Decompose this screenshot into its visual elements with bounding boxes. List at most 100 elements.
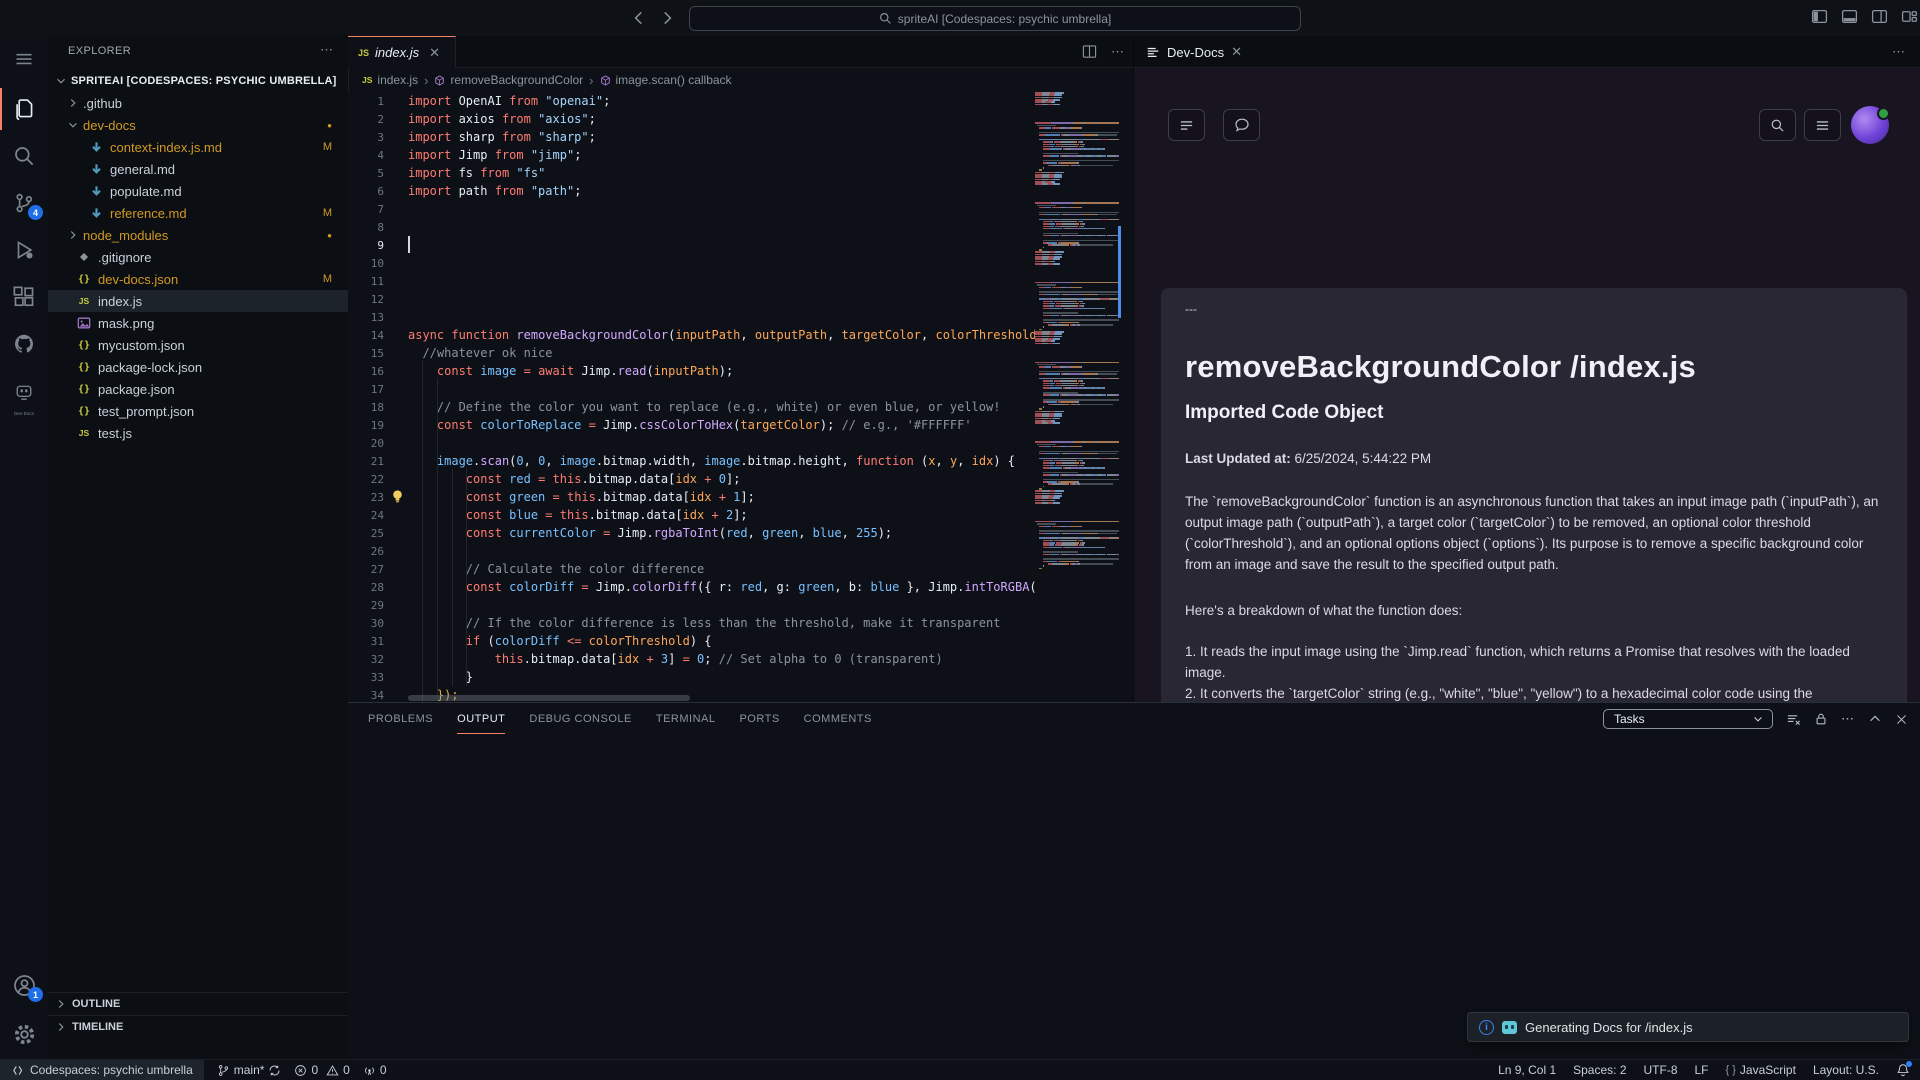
code-line-6[interactable]: 6import path from "path"; xyxy=(348,182,1035,200)
toggle-secondary-sidebar-icon[interactable] xyxy=(1871,8,1888,25)
back-arrow-icon[interactable] xyxy=(630,9,648,27)
code-line-5[interactable]: 5import fs from "fs" xyxy=(348,164,1035,182)
editor-more-actions-icon[interactable]: ⋯ xyxy=(1111,44,1125,60)
notifications-bell-icon[interactable] xyxy=(1896,1063,1910,1077)
maximize-panel-icon[interactable] xyxy=(1868,712,1882,726)
source-control-icon[interactable]: 4 xyxy=(0,180,48,226)
indentation[interactable]: Spaces: 2 xyxy=(1573,1063,1626,1077)
code-line-1[interactable]: 1import OpenAI from "openai"; xyxy=(348,92,1035,110)
devdocs-view-icon[interactable]: Dev-Docs xyxy=(0,368,48,418)
devdocs-chat-button[interactable] xyxy=(1223,109,1260,141)
split-editor-icon[interactable] xyxy=(1082,44,1097,60)
doc-search-button[interactable] xyxy=(1759,109,1796,141)
lock-scroll-icon[interactable] xyxy=(1814,712,1828,726)
horizontal-scrollbar[interactable] xyxy=(408,695,690,701)
tab-devdocs[interactable]: Dev-Docs ✕ xyxy=(1146,36,1242,68)
explorer-folder-node-modules[interactable]: node_modules● xyxy=(48,224,348,246)
explorer-file-general-md[interactable]: general.md xyxy=(48,158,348,180)
code-line-17[interactable]: 17 xyxy=(348,380,1035,398)
explorer-file-reference-md[interactable]: reference.mdM xyxy=(48,202,348,224)
explorer-file-test-js[interactable]: JStest.js xyxy=(48,422,348,444)
tab-index-js[interactable]: JS index.js ✕ xyxy=(348,36,456,68)
search-view-icon[interactable] xyxy=(0,133,48,179)
panel-more-actions-icon[interactable]: ⋯ xyxy=(1892,44,1906,60)
explorer-file-mask-png[interactable]: mask.png xyxy=(48,312,348,334)
panel-tab-output[interactable]: OUTPUT xyxy=(457,704,505,734)
code-line-3[interactable]: 3import sharp from "sharp"; xyxy=(348,128,1035,146)
code-line-15[interactable]: 15 //whatever ok nice xyxy=(348,344,1035,362)
customize-layout-icon[interactable] xyxy=(1901,8,1918,25)
timeline-section[interactable]: TIMELINE xyxy=(48,1015,348,1038)
explorer-file--gitignore[interactable]: .gitignore xyxy=(48,246,348,268)
code-line-14[interactable]: 14async function removeBackgroundColor(i… xyxy=(348,326,1035,344)
code-line-2[interactable]: 2import axios from "axios"; xyxy=(348,110,1035,128)
run-debug-icon[interactable] xyxy=(0,227,48,273)
output-channel-select[interactable]: Tasks xyxy=(1603,709,1773,729)
notification-toast[interactable]: i Generating Docs for /index.js xyxy=(1467,1012,1909,1042)
explorer-file-test-prompt-json[interactable]: {}test_prompt.json xyxy=(48,400,348,422)
explorer-file-index-js[interactable]: JSindex.js xyxy=(48,290,348,312)
lightbulb-icon[interactable] xyxy=(391,489,404,504)
code-line-10[interactable]: 10 xyxy=(348,254,1035,272)
github-icon[interactable] xyxy=(0,321,48,367)
doc-menu-button[interactable] xyxy=(1804,109,1841,141)
panel-tab-debug-console[interactable]: DEBUG CONSOLE xyxy=(529,704,631,734)
menu-icon[interactable] xyxy=(0,36,48,82)
breadcrumb[interactable]: JSindex.js›removeBackgroundColor›image.s… xyxy=(348,68,1133,92)
panel-tab-terminal[interactable]: TERMINAL xyxy=(656,704,716,734)
explorer-more-actions-icon[interactable]: ⋯ xyxy=(320,42,334,58)
command-center-search[interactable]: spriteAI [Codespaces: psychic umbrella] xyxy=(689,6,1301,31)
code-line-4[interactable]: 4import Jimp from "jimp"; xyxy=(348,146,1035,164)
problems-item[interactable]: 0 0 xyxy=(294,1063,349,1077)
breadcrumb-item[interactable]: image.scan() callback xyxy=(616,73,732,87)
ports-item[interactable]: 0 xyxy=(363,1063,387,1077)
code-line-16[interactable]: 16 const image = await Jimp.read(inputPa… xyxy=(348,362,1035,380)
close-devdocs-tab-icon[interactable]: ✕ xyxy=(1231,44,1242,60)
panel-tab-problems[interactable]: PROBLEMS xyxy=(368,704,433,734)
explorer-file-context-index-js-md[interactable]: context-index.js.mdM xyxy=(48,136,348,158)
panel-tab-ports[interactable]: PORTS xyxy=(739,704,779,734)
explorer-file-populate-md[interactable]: populate.md xyxy=(48,180,348,202)
devdocs-menu-button[interactable] xyxy=(1168,109,1205,141)
breadcrumb-item[interactable]: removeBackgroundColor xyxy=(450,73,583,87)
code-line-19[interactable]: 19 const colorToReplace = Jimp.cssColorT… xyxy=(348,416,1035,434)
code-line-12[interactable]: 12 xyxy=(348,290,1035,308)
code-line-7[interactable]: 7 xyxy=(348,200,1035,218)
encoding[interactable]: UTF-8 xyxy=(1644,1063,1678,1077)
code-line-18[interactable]: 18 // Define the color you want to repla… xyxy=(348,398,1035,416)
toggle-panel-icon[interactable] xyxy=(1841,8,1858,25)
minimap[interactable] xyxy=(1035,92,1119,702)
panel-tab-comments[interactable]: COMMENTS xyxy=(804,704,872,734)
breadcrumb-item[interactable]: index.js xyxy=(377,73,418,87)
code-line-13[interactable]: 13 xyxy=(348,308,1035,326)
forward-arrow-icon[interactable] xyxy=(658,9,676,27)
extensions-icon[interactable] xyxy=(0,274,48,320)
explorer-file-package-lock-json[interactable]: {}package-lock.json xyxy=(48,356,348,378)
accounts-icon[interactable]: 1 xyxy=(0,962,48,1008)
explorer-file-package-json[interactable]: {}package.json xyxy=(48,378,348,400)
explorer-folder-dev-docs[interactable]: dev-docs● xyxy=(48,114,348,136)
cursor-position[interactable]: Ln 9, Col 1 xyxy=(1498,1063,1556,1077)
code-line-8[interactable]: 8 xyxy=(348,218,1035,236)
avatar[interactable] xyxy=(1851,106,1889,144)
eol[interactable]: LF xyxy=(1695,1063,1709,1077)
outline-section[interactable]: OUTLINE xyxy=(48,992,348,1015)
keyboard-layout[interactable]: Layout: U.S. xyxy=(1813,1063,1879,1077)
language-mode[interactable]: { } JavaScript xyxy=(1726,1063,1796,1077)
close-tab-icon[interactable]: ✕ xyxy=(429,45,440,61)
git-branch-item[interactable]: main* xyxy=(217,1063,282,1077)
code-line-11[interactable]: 11 xyxy=(348,272,1035,290)
panel-more-actions-icon[interactable]: ⋯ xyxy=(1841,711,1855,727)
explorer-file-mycustom-json[interactable]: {}mycustom.json xyxy=(48,334,348,356)
explorer-folder--github[interactable]: .github xyxy=(48,92,348,114)
close-panel-icon[interactable] xyxy=(1895,713,1908,726)
settings-gear-icon[interactable] xyxy=(0,1011,48,1057)
clear-output-icon[interactable] xyxy=(1786,712,1801,727)
explorer-icon[interactable] xyxy=(0,86,48,132)
explorer-root-item[interactable]: SPRITEAI [CODESPACES: PSYCHIC UMBRELLA] xyxy=(48,70,348,92)
code-line-20[interactable]: 20 xyxy=(348,434,1035,452)
remote-indicator[interactable]: Codespaces: psychic umbrella xyxy=(0,1060,204,1080)
explorer-file-dev-docs-json[interactable]: {}dev-docs.jsonM xyxy=(48,268,348,290)
code-line-9[interactable]: 9 xyxy=(348,236,1035,254)
toggle-sidebar-icon[interactable] xyxy=(1811,8,1828,25)
